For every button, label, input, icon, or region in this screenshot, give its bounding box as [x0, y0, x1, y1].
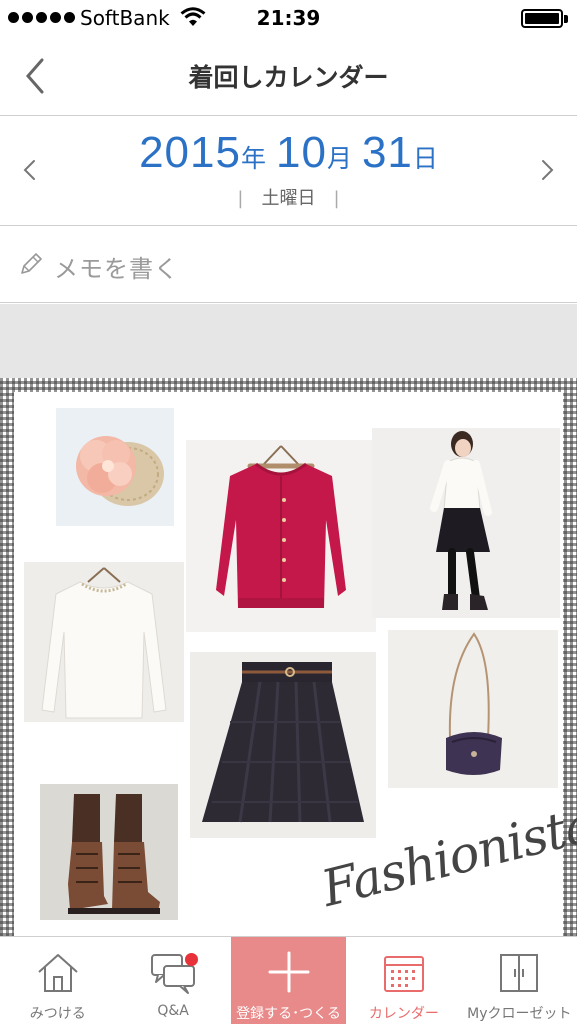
screen: SoftBank 21:39 着回しカレンダー 2015年 10月 31日 | 土曜日…: [0, 0, 577, 1024]
day-unit: 日: [412, 144, 438, 173]
calendar-icon: [383, 956, 424, 992]
weekday-row: | 土曜日 |: [0, 184, 577, 210]
year-unit: 年: [240, 144, 266, 173]
red-cardigan-image[interactable]: [186, 440, 376, 632]
tab-bar: みつける Q&A 登録する･つくる カレンダー Myクローゼット: [0, 936, 577, 1024]
tab-calendar[interactable]: カレンダー: [346, 937, 461, 1024]
plus-icon: [268, 951, 310, 993]
divider: |: [237, 188, 244, 209]
tab-calendar-label: カレンダー: [368, 1006, 439, 1022]
tab-register[interactable]: 登録する･つくる: [230, 937, 347, 1024]
date-display: 2015年 10月 31日: [0, 128, 577, 178]
month-unit: 月: [326, 144, 352, 173]
battery-tip: [564, 15, 568, 23]
clock: 21:39: [256, 6, 321, 30]
tab-my-closet[interactable]: Myクローゼット: [462, 937, 577, 1024]
home-icon: [38, 954, 78, 992]
memo-placeholder: メモを書く: [54, 255, 179, 283]
date-header: 2015年 10月 31日 | 土曜日 |: [0, 116, 577, 226]
notification-badge: [184, 953, 198, 966]
page-title: 着回しカレンダー: [188, 63, 389, 92]
status-bar: SoftBank 21:39: [0, 0, 577, 38]
day-value: 31: [361, 128, 413, 177]
white-top-image[interactable]: [24, 562, 184, 722]
month-value: 10: [275, 128, 327, 177]
tab-discover-label: みつける: [29, 1006, 86, 1022]
model-photo-image[interactable]: [372, 428, 560, 618]
navy-skirt-image[interactable]: [190, 652, 376, 838]
tab-register-label: 登録する･つくる: [236, 1006, 341, 1022]
brown-boots-image[interactable]: [40, 784, 178, 920]
pencil-icon: [21, 253, 42, 274]
tab-my-closet-label: Myクローゼット: [467, 1006, 572, 1022]
tab-qa[interactable]: Q&A: [115, 937, 230, 1024]
memo-row[interactable]: メモを書く: [0, 227, 577, 303]
tab-discover[interactable]: みつける: [0, 937, 115, 1024]
tab-qa-label: Q&A: [157, 1003, 189, 1019]
hair-accessory-image[interactable]: [56, 408, 174, 526]
navigation-bar: 着回しカレンダー: [0, 38, 577, 116]
closet-icon: [500, 954, 539, 992]
shoulder-bag-image[interactable]: [388, 630, 558, 788]
next-day-button[interactable]: [527, 149, 567, 189]
weekday-label: 土曜日: [261, 188, 316, 209]
divider: |: [333, 188, 340, 209]
battery-icon: [521, 9, 563, 28]
year-value: 2015: [139, 128, 241, 177]
gray-band: [0, 304, 577, 378]
